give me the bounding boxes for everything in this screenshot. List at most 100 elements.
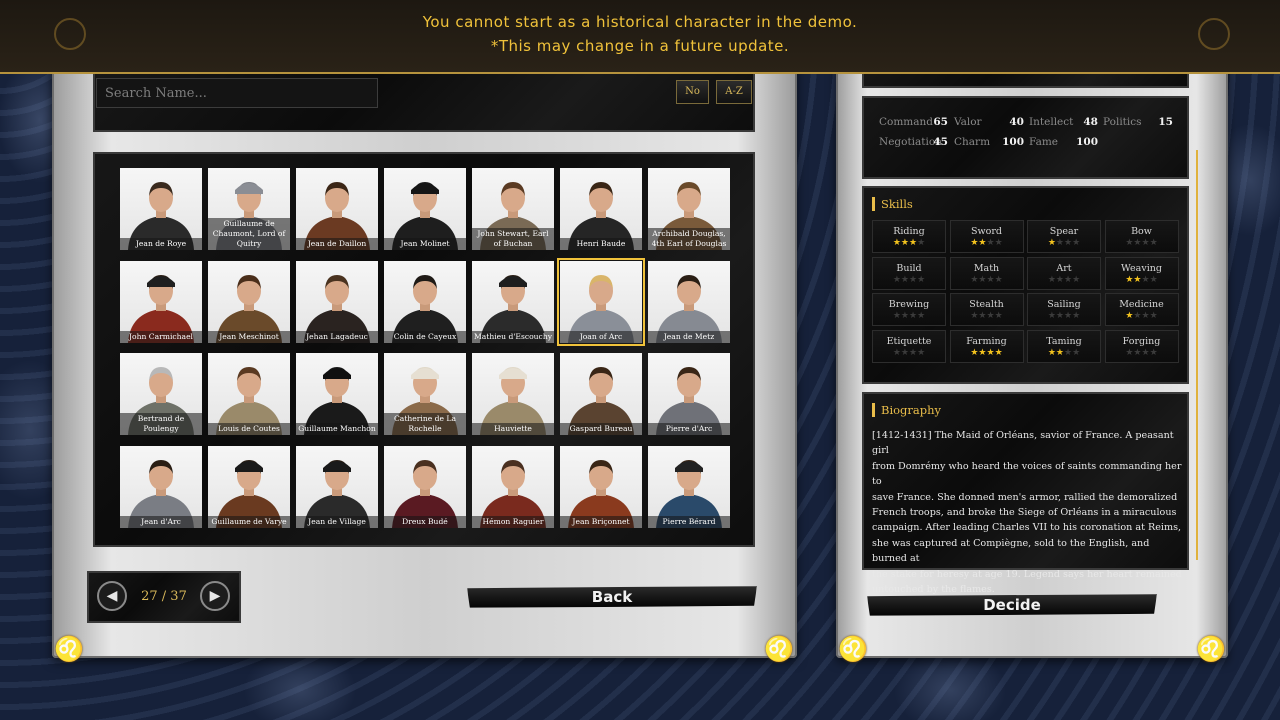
skill-etiquette[interactable]: Etiquette ★★★★ <box>872 329 946 363</box>
prev-page-button[interactable]: ◀ <box>97 581 127 611</box>
character-card[interactable]: Jean de Daillon <box>296 168 378 250</box>
character-card[interactable]: Henri Baude <box>560 168 642 250</box>
character-name: Guillaume de Varye <box>208 515 290 528</box>
skill-build[interactable]: Build ★★★★ <box>872 256 946 290</box>
star-empty-icon: ★ <box>1055 274 1064 285</box>
character-card[interactable]: Guillaume de Chaumont, Lord of Quitry <box>208 168 290 250</box>
search-input[interactable] <box>96 78 378 108</box>
star-filled-icon: ★ <box>1047 347 1056 358</box>
character-card[interactable]: Colin de Cayeux <box>384 260 466 343</box>
character-card[interactable]: Archibald Douglas, 4th Earl of Douglas <box>648 168 730 250</box>
star-empty-icon: ★ <box>994 238 1003 248</box>
star-empty-icon: ★ <box>1141 238 1150 248</box>
star-empty-icon: ★ <box>1149 238 1158 248</box>
pager: ◀ 27 / 37 ▶ <box>87 571 241 623</box>
star-empty-icon: ★ <box>986 311 995 321</box>
skill-weaving[interactable]: Weaving ★★★★ <box>1104 256 1179 290</box>
skill-brewing[interactable]: Brewing ★★★★ <box>872 293 946 326</box>
skill-stars: ★★★★ <box>1028 348 1100 358</box>
skill-bow[interactable]: Bow ★★★★ <box>1104 220 1179 253</box>
star-empty-icon: ★ <box>892 347 901 358</box>
character-card[interactable]: Pierre d'Arc <box>648 353 730 435</box>
skill-taming[interactable]: Taming ★★★★ <box>1027 329 1101 363</box>
character-card[interactable]: Dreux Budé <box>384 445 466 528</box>
skill-sailing[interactable]: Sailing ★★★★ <box>1027 293 1101 326</box>
skill-name: Stealth <box>969 299 1004 310</box>
character-name: Bertrand de Poulengy <box>120 413 202 435</box>
character-card[interactable]: Jean de Roye <box>120 168 202 250</box>
star-filled-icon: ★ <box>1047 238 1056 248</box>
skill-stealth[interactable]: Stealth ★★★★ <box>949 293 1024 326</box>
star-empty-icon: ★ <box>1072 274 1081 285</box>
character-card[interactable]: Joan of Arc <box>557 257 645 346</box>
star-empty-icon: ★ <box>909 311 918 321</box>
skill-stars: ★★★★ <box>1106 311 1178 321</box>
character-card[interactable]: Jean Molinet <box>384 168 466 250</box>
star-empty-icon: ★ <box>909 274 918 285</box>
character-card[interactable]: Gaspard Bureau <box>560 353 642 435</box>
character-grid: Jean de Roye Guillaume de Chaumont, Lord… <box>120 168 732 530</box>
skill-name: Math <box>973 262 1000 274</box>
character-card[interactable]: Guillaume Manchon <box>296 353 378 435</box>
sort-az-button[interactable]: A-Z <box>716 80 752 104</box>
star-empty-icon: ★ <box>1047 311 1056 321</box>
character-name: Henri Baude <box>560 238 642 250</box>
biography-line: campaign. After leading Charles VII to h… <box>872 522 1182 534</box>
skill-riding[interactable]: Riding ★★★★ <box>872 220 946 253</box>
character-card[interactable]: Hauviette <box>472 353 554 435</box>
star-empty-icon: ★ <box>986 274 995 285</box>
character-name: Jean de Daillon <box>296 238 378 250</box>
character-name: Joan of Arc <box>560 330 642 343</box>
character-card[interactable]: Jean de Metz <box>648 260 730 343</box>
skill-farming[interactable]: Farming ★★★★ <box>949 329 1024 363</box>
star-filled-icon: ★ <box>1055 347 1064 358</box>
character-card[interactable]: Jean Meschinot <box>208 260 290 343</box>
biography-text: [1412-1431] The Maid of Orléans, savior … <box>872 428 1182 597</box>
right-panel-scrollbar[interactable] <box>1196 150 1198 560</box>
character-card[interactable]: Jean d'Arc <box>120 445 202 528</box>
star-empty-icon: ★ <box>1133 347 1142 358</box>
skill-name: Sailing <box>1047 299 1081 310</box>
character-name: Guillaume de Chaumont, Lord of Quitry <box>208 218 290 250</box>
character-card[interactable]: Hémon Raguier <box>472 445 554 528</box>
character-name: Jean Molinet <box>384 238 466 250</box>
decide-button[interactable]: Decide <box>867 594 1157 616</box>
skill-spear[interactable]: Spear ★★★★ <box>1027 220 1101 253</box>
stat-label: Charm <box>954 136 991 148</box>
character-card[interactable]: John Carmichael <box>120 260 202 343</box>
skill-sword[interactable]: Sword ★★★★ <box>949 220 1024 253</box>
character-card[interactable]: Guillaume de Varye <box>208 445 290 528</box>
character-card[interactable]: Jehan Lagadeuc <box>296 260 378 343</box>
character-name: Jean Meschinot <box>208 330 290 343</box>
star-filled-icon: ★ <box>892 238 901 248</box>
star-empty-icon: ★ <box>1055 311 1064 321</box>
character-card[interactable]: Mathieu d'Escouchy <box>472 260 554 343</box>
next-page-button[interactable]: ▶ <box>200 581 230 611</box>
character-card[interactable]: John Stewart, Earl of Buchan <box>472 168 554 250</box>
character-name: John Carmichael <box>120 330 202 343</box>
character-card[interactable]: Jean Briçonnet <box>560 445 642 528</box>
skill-art[interactable]: Art ★★★★ <box>1027 256 1101 290</box>
skill-forging[interactable]: Forging ★★★★ <box>1104 329 1179 363</box>
star-empty-icon: ★ <box>1133 311 1142 321</box>
skill-math[interactable]: Math ★★★★ <box>949 256 1024 290</box>
star-empty-icon: ★ <box>1072 311 1081 321</box>
character-card[interactable]: Pierre Bérard <box>648 445 730 528</box>
back-button[interactable]: Back <box>467 586 757 608</box>
character-card[interactable]: Louis de Coutes <box>208 353 290 435</box>
banner-ornament-right <box>1198 18 1230 50</box>
character-card[interactable]: Jean de Village <box>296 445 378 528</box>
stat-value: 15 <box>1158 116 1173 128</box>
filter-no-button[interactable]: No <box>676 80 709 104</box>
skill-medicine[interactable]: Medicine ★★★★ <box>1104 293 1179 326</box>
skill-stars: ★★★★ <box>873 348 945 358</box>
skill-name: Bow <box>1131 226 1152 237</box>
star-empty-icon: ★ <box>892 274 901 285</box>
stat-value: 100 <box>1076 136 1098 148</box>
character-name: Colin de Cayeux <box>384 330 466 343</box>
character-card[interactable]: Bertrand de Poulengy <box>120 353 202 435</box>
skill-stars: ★★★★ <box>1106 275 1178 285</box>
star-empty-icon: ★ <box>1141 274 1150 285</box>
character-card[interactable]: Catherine de La Rochelle <box>384 353 466 435</box>
character-name: Louis de Coutes <box>208 423 290 435</box>
